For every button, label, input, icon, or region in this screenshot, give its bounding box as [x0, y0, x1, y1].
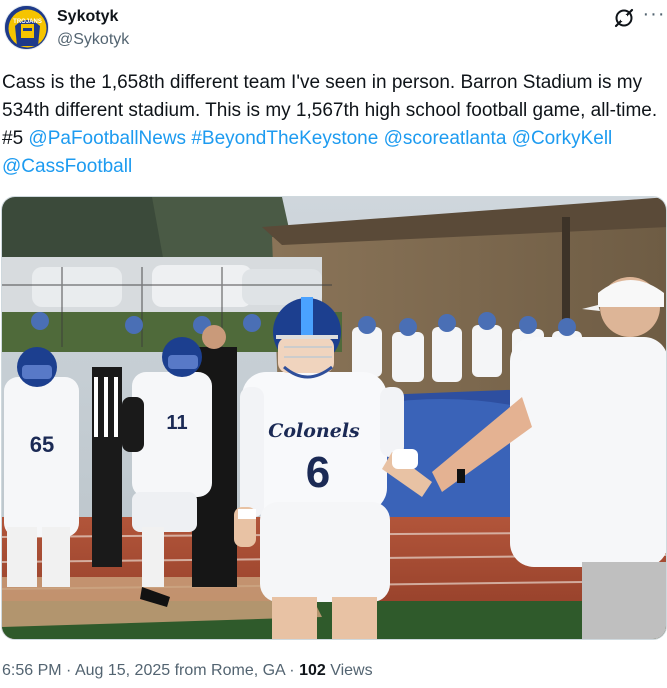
author-name[interactable]: Sykotyk — [57, 8, 118, 26]
tweet-text: Cass is the 1,658th different team I've … — [2, 69, 664, 181]
photo-jersey-number: 6 — [306, 448, 330, 497]
photo-image: 65 11 Colonels 6 — [2, 197, 666, 639]
mention-link[interactable]: @CassFootball — [2, 156, 132, 177]
author-handle[interactable]: @Sykotyk — [57, 31, 129, 49]
avatar[interactable]: TROJANS — [4, 5, 49, 50]
footer-separator: · — [284, 662, 300, 679]
photo-left-number: 65 — [30, 432, 54, 457]
views-label: Views — [325, 662, 373, 679]
more-icon[interactable]: ··· — [641, 4, 667, 28]
avatar-logo-text: TROJANS — [13, 19, 42, 25]
tweet-time[interactable]: 6:56 PM — [2, 662, 62, 679]
tweet-date[interactable]: Aug 15, 2025 — [75, 662, 170, 679]
mention-link[interactable]: @CorkyKell — [512, 128, 613, 149]
footer-separator: · — [61, 662, 75, 679]
photo-mid-number: 11 — [166, 412, 187, 434]
tweet-header: TROJANS Sykotyk @Sykotyk ··· — [0, 0, 667, 60]
hashtag-link[interactable]: #BeyondTheKeystone — [191, 128, 378, 149]
views-count[interactable]: 102 — [299, 662, 326, 679]
avatar-image: TROJANS — [5, 6, 48, 49]
tweet-location: from Rome, GA — [170, 662, 285, 679]
tweet-footer: 6:56 PM · Aug 15, 2025 from Rome, GA · 1… — [2, 662, 373, 680]
photo-jersey-script: Colonels — [268, 420, 360, 442]
grok-icon[interactable] — [613, 7, 635, 29]
tweet-photo[interactable]: 65 11 Colonels 6 — [1, 196, 667, 640]
mention-link[interactable]: @PaFootballNews — [28, 128, 186, 149]
mention-link[interactable]: @scoreatlanta — [384, 128, 507, 149]
